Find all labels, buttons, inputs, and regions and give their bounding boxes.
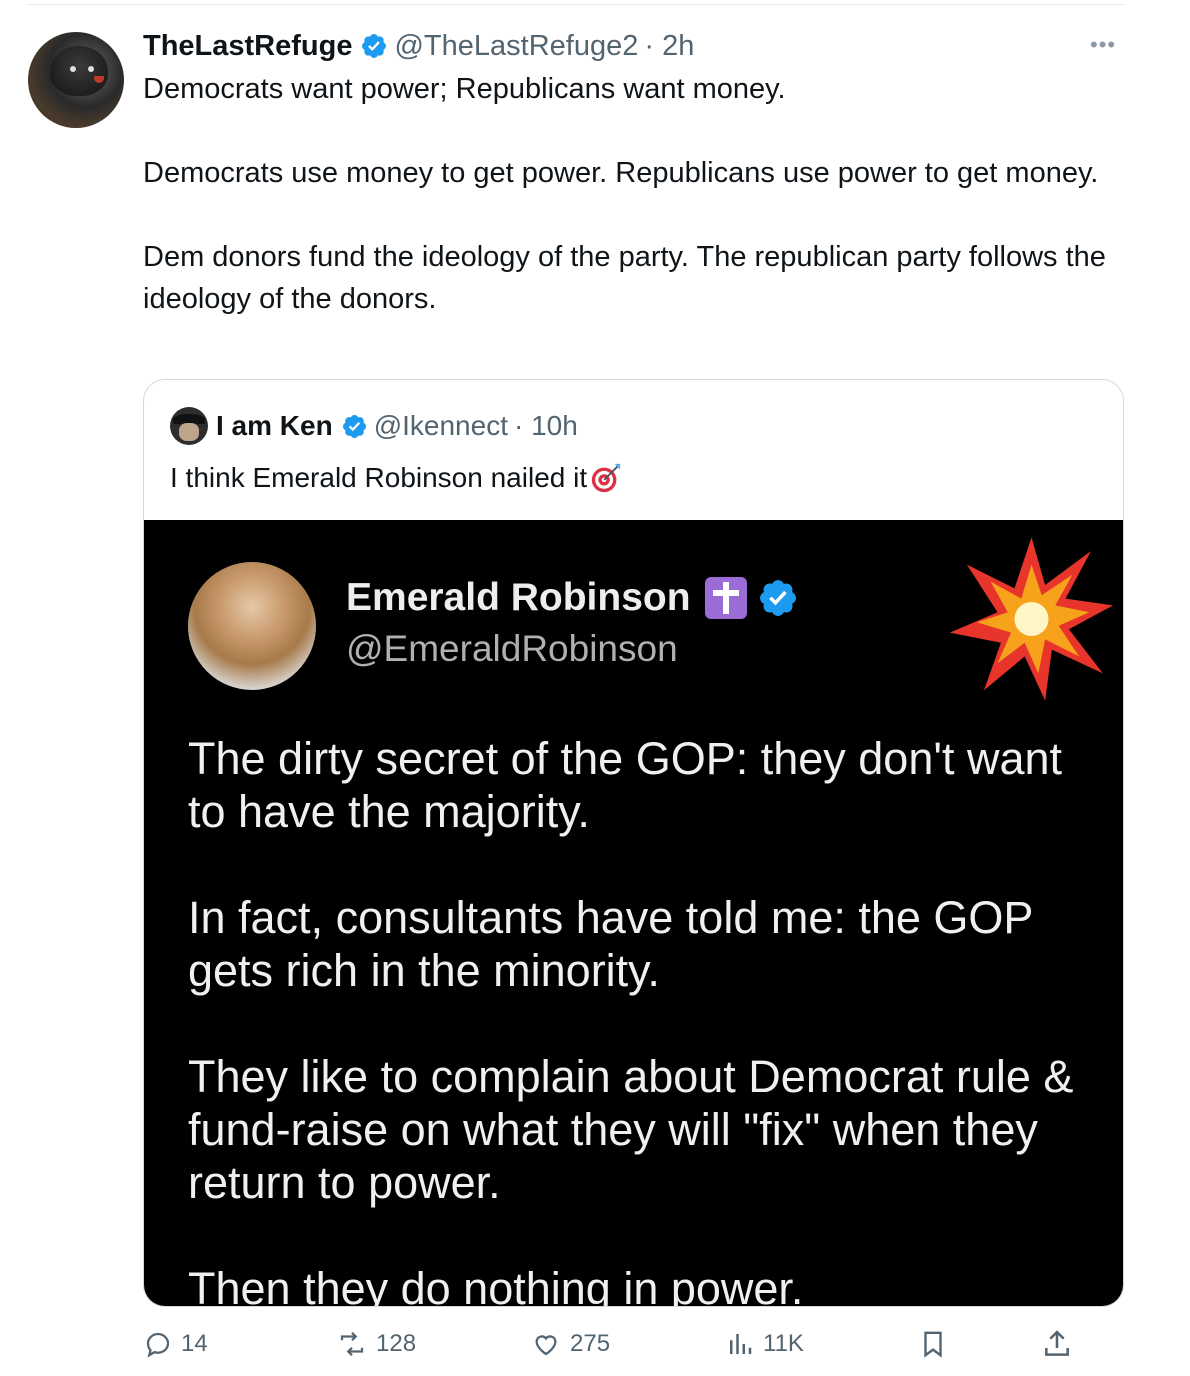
quoted-media-image[interactable]: Emerald Robinson @EmeraldRobinson The di… bbox=[144, 520, 1123, 1306]
tweet-header: TheLastRefuge @TheLastRefuge2 · 2h bbox=[143, 26, 694, 66]
tweet-time[interactable]: · 2h bbox=[644, 30, 694, 63]
emerald-paragraph: The dirty secret of the GOP: they don't … bbox=[188, 733, 1063, 837]
bookmark-button[interactable] bbox=[918, 1322, 956, 1366]
views-count: 11K bbox=[763, 1330, 804, 1357]
tweet-paragraph: Democrats want power; Republicans want m… bbox=[143, 73, 786, 105]
quoted-tweet-time[interactable]: · 10h bbox=[514, 410, 578, 442]
quoted-author-avatar[interactable] bbox=[170, 407, 208, 445]
verified-badge-icon bbox=[362, 34, 387, 58]
emerald-post-text: The dirty secret of the GOP: they don't … bbox=[188, 732, 1088, 1306]
reply-icon bbox=[146, 1332, 170, 1358]
avatar-face bbox=[179, 423, 199, 441]
quoted-tweet-header: I am Ken @Ikennect · 10h bbox=[170, 404, 578, 448]
emerald-avatar bbox=[188, 562, 316, 690]
avatar-eye-right bbox=[88, 66, 94, 72]
tweet-text: Democrats want power; Republicans want m… bbox=[143, 68, 1133, 362]
quoted-author-handle[interactable]: @Ikennect bbox=[374, 410, 508, 442]
repost-icon bbox=[340, 1331, 364, 1357]
analytics-icon bbox=[730, 1334, 752, 1354]
action-bar: 14 128 275 11K bbox=[143, 1322, 1083, 1366]
emerald-handle: @EmeraldRobinson bbox=[346, 628, 678, 669]
quoted-tweet-text: I think Emerald Robinson nailed it bbox=[170, 462, 588, 493]
reply-button[interactable]: 14 bbox=[143, 1322, 208, 1366]
share-button[interactable] bbox=[1041, 1322, 1081, 1366]
cross-icon bbox=[704, 577, 747, 619]
collision-emoji-icon bbox=[949, 537, 1114, 701]
emerald-paragraph: Then they do nothing in power. bbox=[188, 1263, 804, 1306]
author-handle[interactable]: @TheLastRefuge2 bbox=[394, 30, 638, 63]
more-options-icon[interactable]: ••• bbox=[1090, 32, 1116, 58]
repost-button[interactable]: 128 bbox=[336, 1322, 416, 1366]
top-divider bbox=[28, 4, 1124, 5]
like-button[interactable]: 275 bbox=[530, 1322, 610, 1366]
emerald-name-row: Emerald Robinson bbox=[346, 576, 799, 620]
avatar-eye-left bbox=[70, 66, 76, 72]
bookmark-icon bbox=[924, 1331, 942, 1358]
emerald-paragraph: They like to complain about Democrat rul… bbox=[188, 1051, 1074, 1208]
tweet-paragraph: Dem donors fund the ideology of the part… bbox=[143, 241, 1106, 315]
quoted-author-name[interactable]: I am Ken bbox=[216, 410, 333, 442]
avatar-dog-shape bbox=[50, 46, 108, 96]
emerald-paragraph: In fact, consultants have told me: the G… bbox=[188, 892, 1033, 996]
reply-count: 14 bbox=[181, 1330, 208, 1357]
target-emoji-icon bbox=[591, 463, 621, 493]
emerald-name: Emerald Robinson bbox=[346, 576, 691, 619]
verified-badge-icon bbox=[759, 580, 796, 616]
repost-count: 128 bbox=[376, 1330, 417, 1357]
author-avatar[interactable] bbox=[28, 32, 124, 128]
heart-icon bbox=[535, 1335, 557, 1356]
quoted-tweet[interactable]: I am Ken @Ikennect · 10h I think Emerald… bbox=[143, 379, 1124, 1307]
share-icon bbox=[1045, 1330, 1069, 1356]
author-name[interactable]: TheLastRefuge bbox=[143, 30, 352, 63]
quoted-tweet-text-row: I think Emerald Robinson nailed it bbox=[170, 458, 623, 498]
like-count: 275 bbox=[570, 1330, 611, 1357]
views-button[interactable]: 11K bbox=[725, 1322, 804, 1366]
verified-badge-icon bbox=[342, 414, 366, 438]
tweet-paragraph: Democrats use money to get power. Republ… bbox=[143, 157, 1099, 189]
